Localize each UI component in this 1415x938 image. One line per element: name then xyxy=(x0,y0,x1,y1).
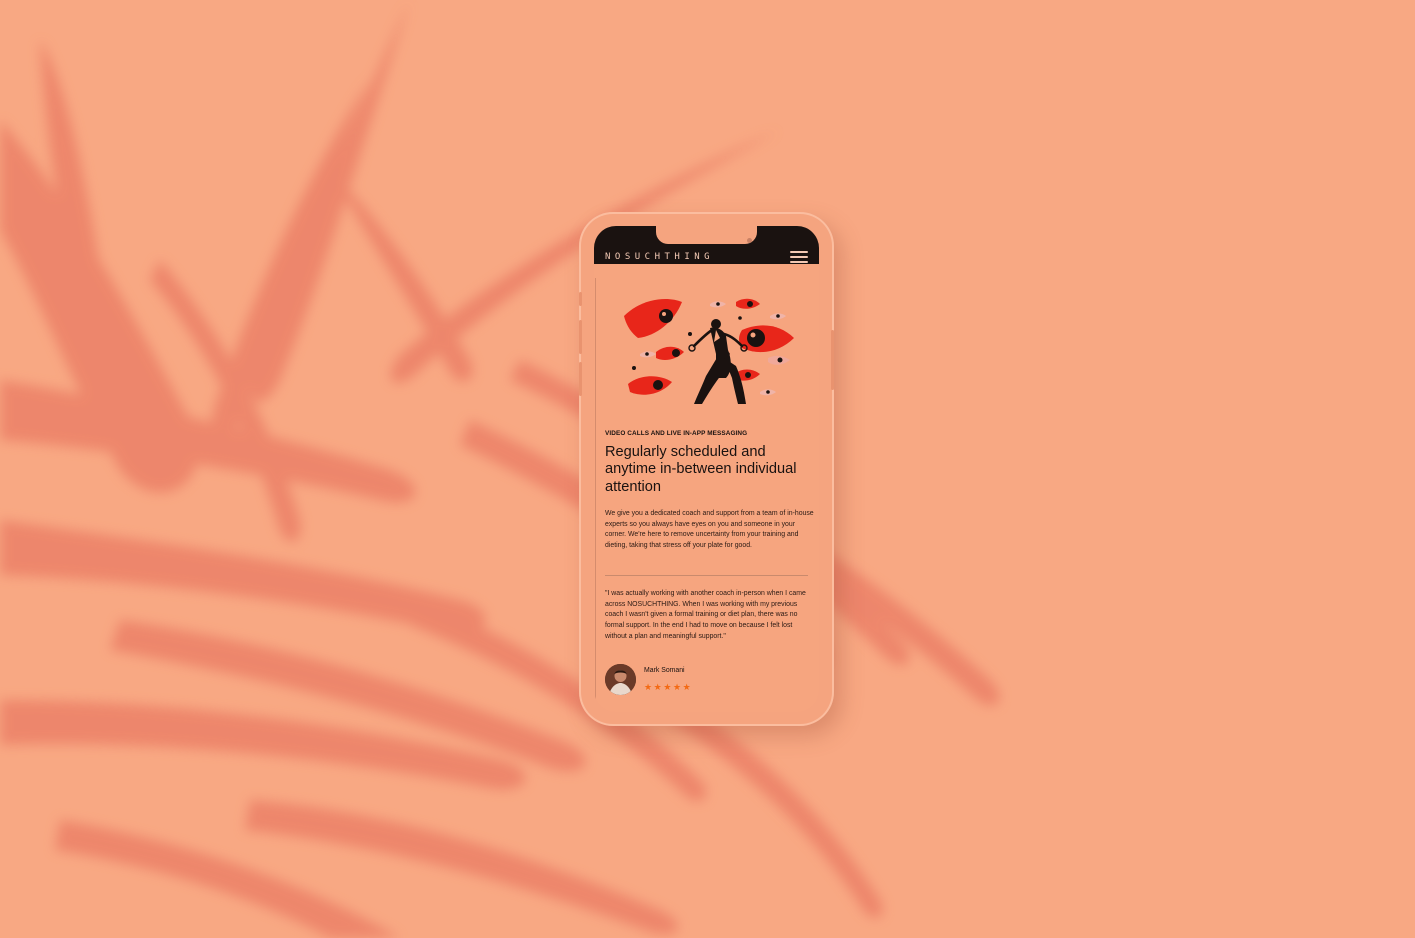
eye-icon xyxy=(624,298,682,338)
testimonial-quote: "I was actually working with another coa… xyxy=(605,590,806,640)
avatar-photo xyxy=(605,664,636,695)
eyes-illustration xyxy=(624,298,794,404)
avatar xyxy=(605,664,636,695)
volume-up-button xyxy=(579,320,582,354)
phone-mockup: NOSUCHTHING VIDEO CALLS AND LIVE IN-APP … xyxy=(579,212,834,726)
person-figure xyxy=(688,319,748,404)
section-body: We give you a dedicated coach and suppor… xyxy=(605,510,814,550)
section-headline: Regularly scheduled and anytime in-betwe… xyxy=(605,444,797,495)
hamburger-menu-icon[interactable] xyxy=(790,251,808,263)
side-button xyxy=(579,292,582,306)
content-border xyxy=(595,278,596,708)
star-rating: ★★★★★ xyxy=(644,682,693,692)
phone-notch xyxy=(656,226,757,244)
front-camera xyxy=(747,238,752,243)
section-eyebrow: VIDEO CALLS AND LIVE IN-APP MESSAGING xyxy=(605,430,748,437)
brand-logo[interactable]: NOSUCHTHING xyxy=(605,252,714,262)
header-bar: NOSUCHTHING xyxy=(594,226,819,264)
volume-down-button xyxy=(579,362,582,396)
reviewer-name: Mark Somani xyxy=(644,667,685,674)
section-divider xyxy=(605,575,808,576)
power-button xyxy=(831,330,834,390)
phone-screen: NOSUCHTHING VIDEO CALLS AND LIVE IN-APP … xyxy=(594,226,819,712)
